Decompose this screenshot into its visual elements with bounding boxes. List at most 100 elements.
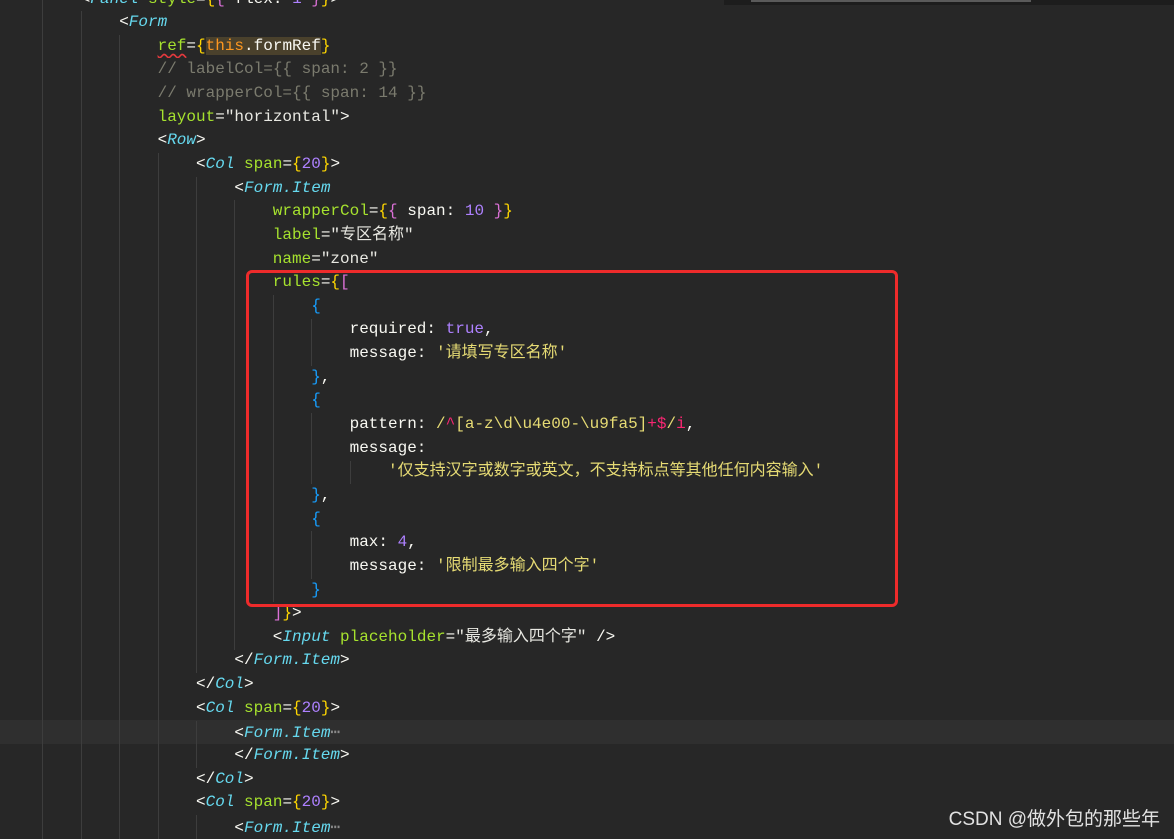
code-text: = [368,202,379,221]
code-text: > [340,746,350,764]
code-line[interactable]: <Input placeholder="最多输入四个字" /> [0,626,1174,650]
code-text: = [282,793,293,812]
code-line[interactable]: </Col> [0,673,1174,697]
code-text: < [81,0,91,8]
code-text: > [330,793,341,812]
bracket: { [292,154,302,173]
code-line[interactable]: label="专区名称" [0,224,1174,248]
code-text: </ [196,675,216,694]
jsx-tag-name: Input [282,627,331,646]
code-text: span: [397,202,465,221]
bracket: } [484,202,504,221]
indent-guide [157,153,159,839]
code-text: < [234,818,244,837]
code-text: </ [234,651,254,670]
code-line[interactable]: <Form [0,11,1174,35]
indent-guide [119,34,121,839]
code-text: </ [234,746,254,764]
watermark-text: CSDN @做外包的那些年 [948,809,1160,830]
code-line[interactable]: wrapperCol={{ span: 10 }} [0,200,1174,224]
code-text: < [272,627,283,646]
code-line[interactable]: <Form.Item [0,177,1174,201]
jsx-attribute-value: "horizontal" [224,107,341,126]
code-text: </ [196,769,216,788]
bracket: { [388,202,398,221]
fold-ellipsis[interactable]: ⋯ [330,722,340,741]
code-text: = [282,154,293,173]
code-text: = [445,627,456,646]
indent-guide [234,200,236,650]
jsx-tag-name: Form.Item [253,651,341,670]
jsx-attribute-name: span [234,154,283,173]
code-text: < [157,131,168,150]
bracket: { [215,0,225,8]
code-text: = [320,225,331,244]
jsx-attribute-name: span [234,793,283,812]
jsx-tag-name: Form.Item [253,746,341,764]
bracket: { [378,202,389,221]
literal-value: 10 [464,202,485,221]
bracket: } [503,202,513,221]
jsx-tag-name: Col [215,675,245,694]
bracket: { [292,698,302,717]
code-line[interactable]: layout="horizontal"> [0,106,1174,130]
jsx-attribute-value: "最多输入四个字" [455,627,587,646]
jsx-attribute-name: name [272,249,312,268]
code-line[interactable]: name="zone" [0,248,1174,272]
fold-ellipsis[interactable]: ⋯ [330,817,340,836]
code-line[interactable]: <Col span={20}> [0,153,1174,177]
code-text: > [330,698,341,717]
indent-guide [196,815,197,839]
code-text: < [234,724,244,743]
jsx-tag-name: Col [215,769,245,788]
jsx-attribute-name: ref [157,36,187,55]
code-text: > [244,769,254,788]
bracket: { [206,0,216,8]
code-line[interactable]: </Col> [0,768,1174,792]
indent-guide [196,176,197,674]
find-widget-edge [724,0,1174,5]
code-text: > [331,0,341,8]
code-text: > [330,154,341,173]
bracket: { [196,36,206,55]
code-line[interactable]: <Col span={20}> [0,697,1174,721]
code-line[interactable]: ref={this.formRef} [0,35,1174,59]
code-text: < [234,178,244,197]
jsx-tag-name: Panel [90,0,138,8]
current-code-line[interactable]: <Form.Item⋯ [0,720,1174,744]
jsx-attribute-name: style [138,0,196,8]
literal-value: 20 [301,154,321,173]
code-editor[interactable]: <Panel style={{ flex: 1 }}> <Form ref={t… [0,0,1174,839]
jsx-attribute-value: "专区名称" [330,225,414,244]
bracket: { [292,793,302,812]
code-text: = [215,107,225,126]
jsx-tag-name: Row [167,131,197,150]
jsx-tag-name: Form.Item [244,178,331,197]
code-line[interactable]: // labelCol={{ span: 2 }} [0,58,1174,82]
code-text: < [196,698,206,717]
code-comment: // wrapperCol={{ span: 14 }} [157,84,427,103]
annotation-red-box [246,270,898,607]
indent-guide [42,0,44,839]
jsx-tag-name: Col [205,793,235,812]
code-line[interactable]: // wrapperCol={{ span: 14 }} [0,82,1174,106]
jsx-attribute-name: layout [157,107,216,126]
jsx-tag-name: Form.Item [244,818,331,837]
code-line[interactable]: </Form.Item> [0,744,1174,768]
member-expression: .formRef [244,36,321,55]
code-text: = [196,0,206,8]
this-keyword: this [205,36,245,55]
code-text: = [186,36,197,55]
code-line[interactable]: <Row> [0,129,1174,153]
code-line[interactable]: </Form.Item> [0,649,1174,673]
literal-value: 20 [301,793,321,812]
indent-guide [196,720,197,768]
jsx-tag-name: Form [128,13,168,32]
jsx-tag-name: Form.Item [244,724,331,743]
indent-guide [80,11,82,839]
find-widget-bar [751,0,1031,2]
code-text: > [244,675,254,694]
literal-value: 20 [301,698,321,717]
jsx-attribute-name: span [234,698,283,717]
code-text: > [196,131,206,150]
